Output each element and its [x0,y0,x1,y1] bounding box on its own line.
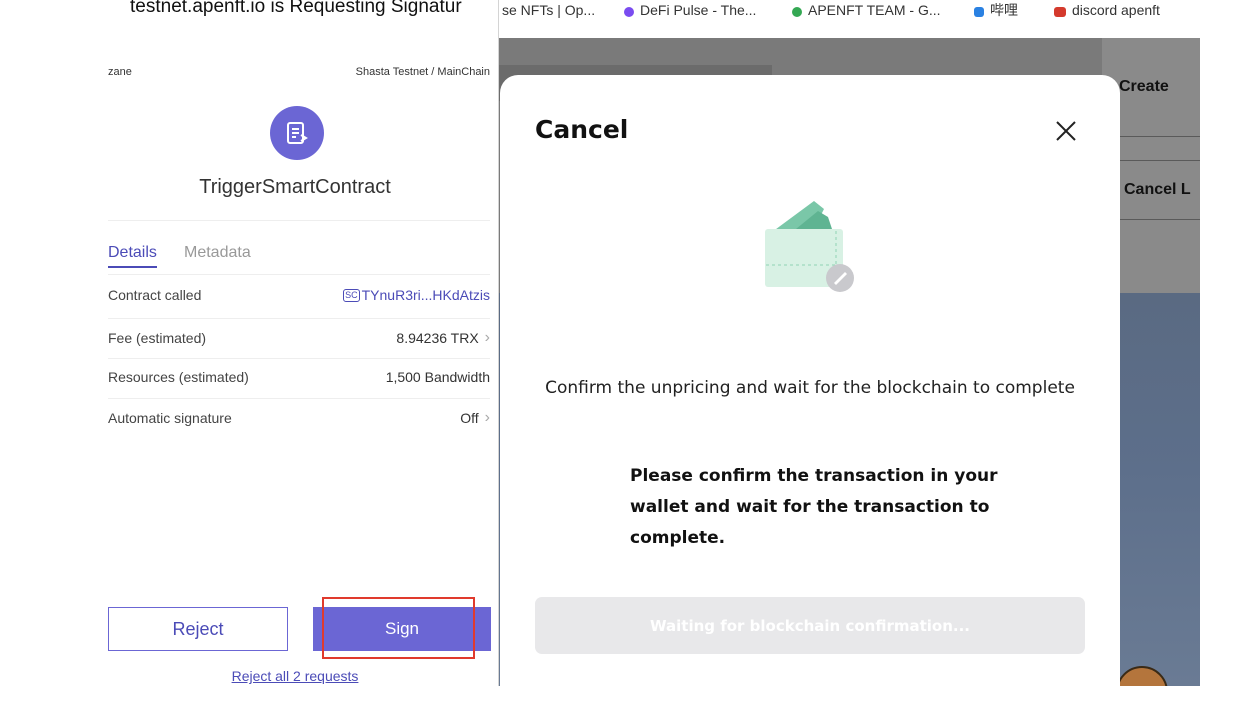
contract-document-icon [270,106,324,160]
site-divider [1119,219,1200,220]
bilibili-icon [974,7,984,17]
cancel-modal: Cancel Confirm the unpricing and wait fo… [500,75,1120,715]
divider [108,398,490,399]
fee-value: 8.94236 TRX › [396,329,490,346]
google-drive-icon [792,7,802,17]
wallet-icon [762,195,860,295]
contract-type-title: TriggerSmartContract [199,176,391,198]
row-label: Contract called [108,287,202,303]
detail-row-contract-called: Contract called SC TYnuR3ri...HKdAtzis [108,277,490,313]
tab-details[interactable]: Details [108,244,157,268]
automatic-signature-value: Off › [460,409,490,426]
modal-instruction: Please confirm the transaction in your w… [630,466,998,548]
row-label: Resources (estimated) [108,369,249,385]
bookmark-item-apenft-team[interactable]: APENFT TEAM - G... [792,2,941,18]
modal-message: Confirm the unpricing and wait for the b… [545,378,1075,398]
divider [108,318,490,319]
bookmark-item-bilibili[interactable]: 哔哩 [974,2,1018,18]
chevron-right-icon: › [484,329,490,346]
defi-pulse-icon [624,7,634,17]
waiting-confirmation-button[interactable]: Waiting for blockchain confirmation... [535,597,1085,654]
reject-button[interactable]: Reject [108,607,288,651]
smart-contract-badge: SC [343,288,360,302]
network-name: Shasta Testnet / MainChain [355,66,490,78]
discord-icon [1054,7,1066,17]
divider [108,274,490,275]
modal-title: Cancel [535,115,629,144]
sign-button[interactable]: Sign [313,607,491,651]
bookmark-item-nfts[interactable]: se NFTs | Op... [502,2,595,18]
site-cancel-link[interactable]: Cancel L [1124,181,1191,199]
chevron-right-icon: › [484,409,490,426]
reject-all-link[interactable]: Reject all 2 requests [92,668,498,684]
row-label: Automatic signature [108,410,232,426]
resources-value: 1,500 Bandwidth [385,369,490,385]
tab-metadata[interactable]: Metadata [184,244,251,262]
popup-window-title: testnet.apenft.io is Requesting Signatur [130,0,462,17]
site-divider [1119,160,1200,161]
row-label: Fee (estimated) [108,330,207,346]
contract-address-link[interactable]: SC TYnuR3ri...HKdAtzis [343,287,490,303]
wallet-signature-popup: testnet.apenft.io is Requesting Signatur… [92,0,499,686]
bookmark-item-defi-pulse[interactable]: DeFi Pulse - The... [624,2,756,18]
site-divider [1119,136,1200,137]
account-name: zane [108,66,132,78]
site-create-link[interactable]: Create [1119,78,1169,96]
detail-row-fee[interactable]: Fee (estimated) 8.94236 TRX › [108,320,490,356]
detail-row-automatic-signature[interactable]: Automatic signature Off › [108,400,490,436]
divider [108,220,490,221]
detail-row-resources: Resources (estimated) 1,500 Bandwidth [108,359,490,395]
close-icon[interactable] [1053,118,1079,144]
bookmark-item-discord-apenft[interactable]: discord apenft [1054,2,1160,18]
